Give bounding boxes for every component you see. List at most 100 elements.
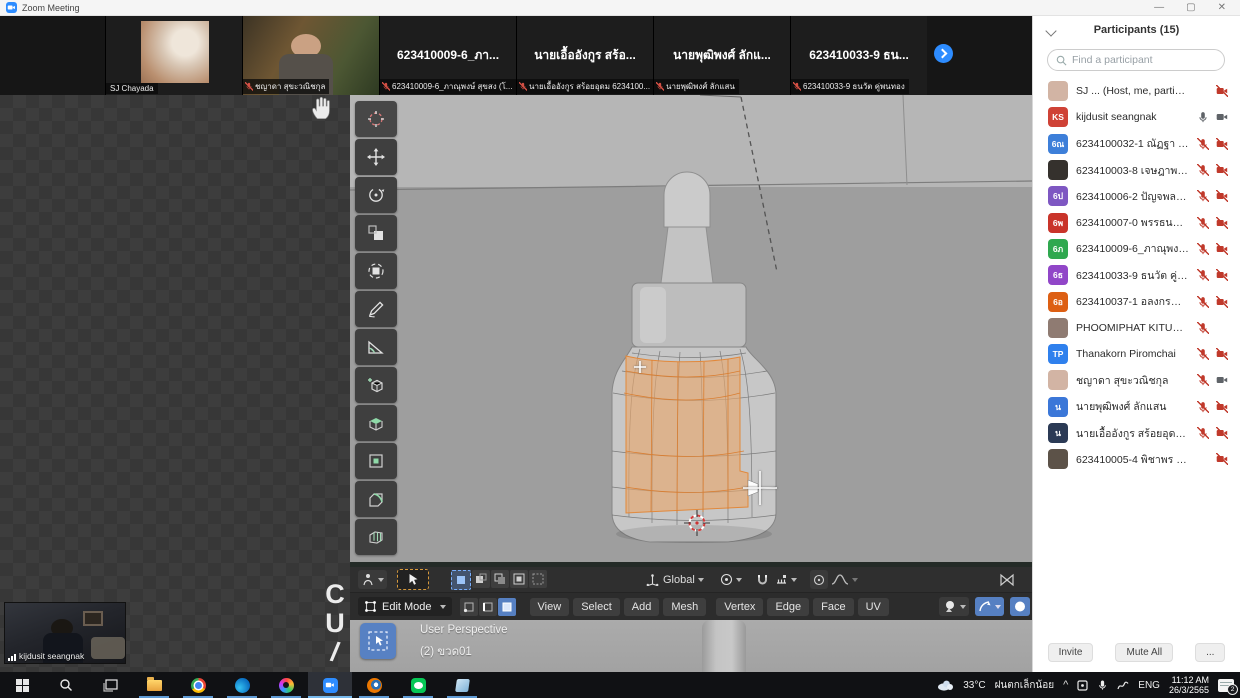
select-intersect-icon[interactable]	[529, 570, 547, 588]
tray-mic-icon[interactable]	[1097, 679, 1108, 691]
mic-muted-icon[interactable]	[1197, 243, 1209, 255]
collapse-chevron-icon[interactable]	[1045, 25, 1056, 36]
camera-off-icon[interactable]	[1216, 190, 1228, 202]
language-indicator[interactable]: ENG	[1138, 680, 1160, 691]
blender-taskbar-icon[interactable]	[352, 672, 396, 698]
next-page-button[interactable]	[934, 44, 953, 63]
mic-muted-icon[interactable]	[1197, 322, 1209, 334]
menu-edge[interactable]: Edge	[767, 598, 809, 616]
camera-off-icon[interactable]	[1216, 164, 1228, 176]
camera-icon[interactable]	[1216, 374, 1228, 386]
chrome-taskbar-icon[interactable]	[176, 672, 220, 698]
mic-icon[interactable]	[1197, 111, 1209, 123]
mic-muted-icon[interactable]	[1197, 138, 1209, 150]
editor-type-selector[interactable]	[358, 570, 387, 589]
video-tile[interactable]: นายเอื้ออังกูร สร้อ... นายเอื้ออังกูร สร…	[516, 16, 653, 95]
list-item[interactable]: TP Thanakorn Piromchai	[1033, 341, 1240, 367]
notepad-taskbar-icon[interactable]	[440, 672, 484, 698]
menu-uv[interactable]: UV	[858, 598, 889, 616]
mic-muted-icon[interactable]	[1197, 164, 1209, 176]
move-tool-button[interactable]	[355, 139, 397, 175]
mic-muted-icon[interactable]	[1197, 269, 1209, 281]
annotate-tool-button[interactable]	[355, 291, 397, 327]
camera-off-icon[interactable]	[1216, 217, 1228, 229]
camera-off-icon[interactable]	[1216, 138, 1228, 150]
list-item[interactable]: ชญาดา สุขะวณิชกุล	[1033, 367, 1240, 393]
loop-cut-tool-button[interactable]	[355, 519, 397, 555]
face-select-button[interactable]	[498, 598, 516, 616]
vertex-select-button[interactable]	[460, 598, 478, 616]
menu-add[interactable]: Add	[624, 598, 660, 616]
overlays-dropdown[interactable]	[939, 597, 969, 616]
weather-icon[interactable]	[937, 679, 954, 691]
weather-desc[interactable]: ฝนตกเล็กน้อย	[995, 678, 1055, 693]
viewport-3d[interactable]	[350, 95, 1032, 562]
line-taskbar-icon[interactable]	[396, 672, 440, 698]
measure-tool-button[interactable]	[355, 329, 397, 365]
video-tile[interactable]: 623410033-9 ธน... 623410033-9 ธนวัต คู่พ…	[790, 16, 927, 95]
camera-off-icon[interactable]	[1216, 401, 1228, 413]
list-item[interactable]: น นายพุฒิพงศ์ ลักแสน	[1033, 394, 1240, 420]
video-tile[interactable]: ชญาดา สุขะวณิชกุล	[242, 16, 379, 95]
list-item[interactable]: 6ธ 623410033-9 ธนวัต คู่พนทอง	[1033, 262, 1240, 288]
clock[interactable]: 11:12 AM 26/3/2565	[1169, 675, 1209, 695]
video-tile[interactable]: SJ Chayada	[105, 16, 242, 95]
transform-orientation-dropdown[interactable]: Global	[643, 570, 707, 589]
invite-button[interactable]: Invite	[1048, 643, 1094, 662]
list-item[interactable]: SJ ... (Host, me, participant ID: 142733…	[1033, 78, 1240, 104]
taskbar-search-button[interactable]	[44, 672, 88, 698]
list-item[interactable]: 6อ 623410037-1 อลงกรณ์ ประดิษฐวงษ์	[1033, 288, 1240, 314]
menu-face[interactable]: Face	[813, 598, 853, 616]
edge-select-button[interactable]	[479, 598, 497, 616]
bevel-tool-button[interactable]	[355, 481, 397, 517]
tray-app-icon[interactable]	[1077, 680, 1088, 691]
viewport-3d-secondary[interactable]: User Perspective (2) ขวด01	[350, 620, 1032, 672]
camera-off-icon[interactable]	[1216, 296, 1228, 308]
file-explorer-taskbar-icon[interactable]	[132, 672, 176, 698]
camera-icon[interactable]	[1216, 111, 1228, 123]
select-subtract-icon[interactable]	[491, 570, 509, 588]
tray-expand-chevron[interactable]: ^	[1063, 679, 1068, 691]
list-item[interactable]: 6พ 623410007-0 พรรธนนิภา ผลเจริญ	[1033, 209, 1240, 235]
shading-mode-dropdown[interactable]	[1010, 597, 1030, 616]
list-item[interactable]: PHOOMIPHAT KITUEAWIRIYA	[1033, 315, 1240, 341]
close-button[interactable]: ✕	[1218, 3, 1226, 13]
start-button[interactable]	[0, 672, 44, 698]
mute-all-button[interactable]: Mute All	[1115, 643, 1173, 662]
mic-muted-icon[interactable]	[1197, 401, 1209, 413]
mic-muted-icon[interactable]	[1197, 427, 1209, 439]
mic-muted-icon[interactable]	[1197, 217, 1209, 229]
camera-off-icon[interactable]	[1216, 427, 1228, 439]
menu-select[interactable]: Select	[573, 598, 620, 616]
mic-muted-icon[interactable]	[1197, 348, 1209, 360]
add-cube-tool-button[interactable]	[355, 367, 397, 403]
cursor-tool-button[interactable]	[355, 101, 397, 137]
list-item[interactable]: KS kijdusit seangnak	[1033, 104, 1240, 130]
camera-off-icon[interactable]	[1216, 453, 1228, 465]
select-box-tool-button[interactable]	[360, 623, 396, 659]
select-invert-icon[interactable]	[510, 570, 528, 588]
tray-pen-icon[interactable]	[1117, 680, 1129, 691]
camera-off-icon[interactable]	[1216, 85, 1228, 97]
more-button[interactable]: ...	[1195, 643, 1225, 662]
list-item[interactable]: 6ป 623410006-2 ปัญจพล อ่อนโคตา	[1033, 183, 1240, 209]
menu-mesh[interactable]: Mesh	[663, 598, 706, 616]
list-item[interactable]: 623410005-4 พิชาพร ลีลี	[1033, 446, 1240, 472]
edge-taskbar-icon[interactable]	[220, 672, 264, 698]
weather-temp[interactable]: 33°C	[963, 680, 985, 691]
video-tile[interactable]: นายพุฒิพงศ์ ลักแ... นายพุฒิพงศ์ ลักแสน	[653, 16, 790, 95]
mic-muted-icon[interactable]	[1197, 374, 1209, 386]
options-icon[interactable]	[996, 570, 1018, 589]
proportional-falloff-dropdown[interactable]	[828, 570, 861, 589]
snap-target-dropdown[interactable]	[772, 570, 800, 589]
mode-dropdown[interactable]: Edit Mode	[358, 597, 452, 616]
mic-muted-icon[interactable]	[1197, 296, 1209, 308]
transform-tool-button[interactable]	[355, 253, 397, 289]
maximize-button[interactable]: ▢	[1186, 3, 1195, 13]
camera-off-icon[interactable]	[1216, 348, 1228, 360]
pivot-point-dropdown[interactable]	[717, 570, 745, 589]
task-view-button[interactable]	[88, 672, 132, 698]
scale-tool-button[interactable]	[355, 215, 397, 251]
self-view-video[interactable]: kijdusit seangnak	[5, 603, 125, 663]
camera-off-icon[interactable]	[1216, 269, 1228, 281]
